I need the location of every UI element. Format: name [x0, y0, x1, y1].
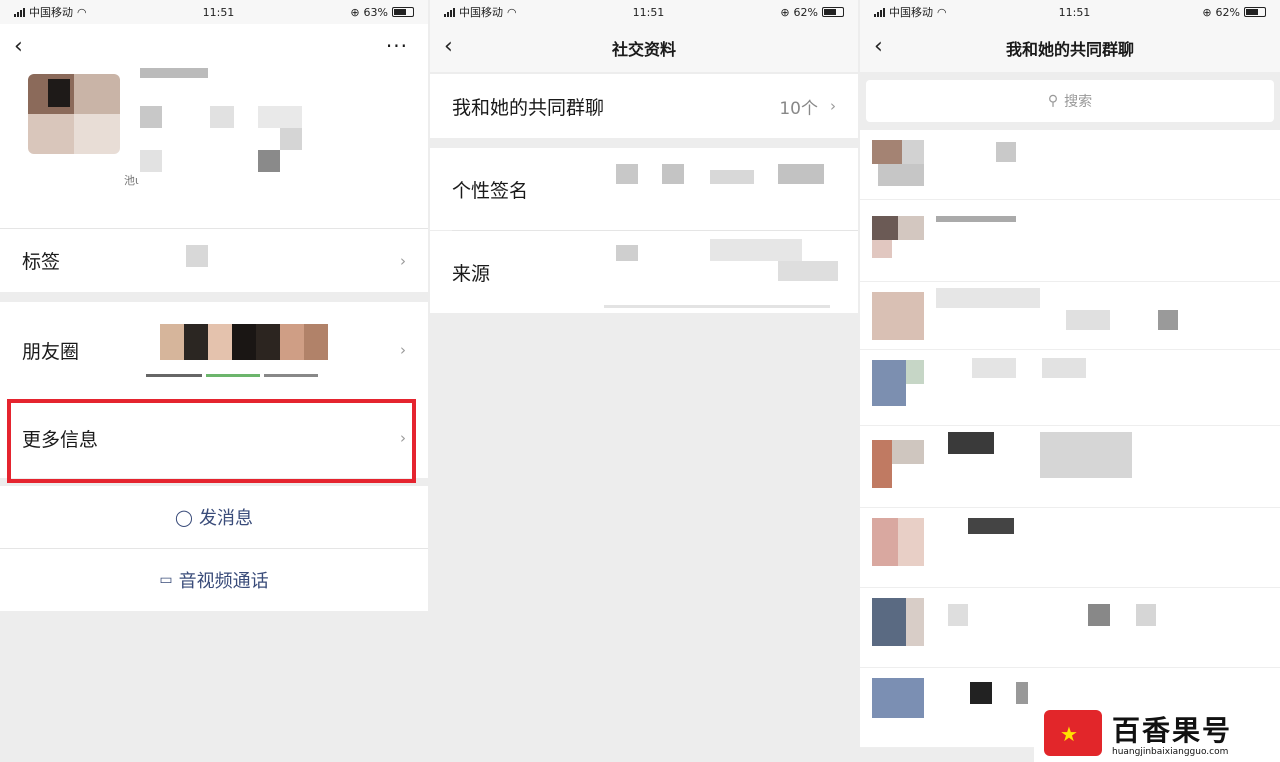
battery-icon — [391, 7, 414, 17]
status-time: 11:51 — [202, 5, 235, 19]
send-message-label: 发消息 — [198, 508, 253, 529]
source-label: 来源 — [452, 262, 491, 285]
battery-percent: 63% — [363, 5, 388, 19]
back-icon[interactable]: ‹ — [444, 34, 453, 59]
group-avatar — [872, 518, 924, 566]
status-time: 11:51 — [632, 5, 665, 19]
signal-icon — [444, 7, 455, 17]
signal-icon — [14, 7, 25, 17]
list-item[interactable] — [860, 200, 1280, 282]
chevron-right-icon: › — [400, 341, 406, 359]
wifi-icon: ◠ — [937, 5, 947, 19]
moments-thumbnails — [160, 324, 328, 360]
group-avatar — [872, 360, 924, 408]
group-avatar — [872, 210, 924, 258]
remark-text: 池ι — [124, 174, 139, 187]
group-avatar — [872, 436, 924, 488]
group-avatar — [872, 292, 924, 340]
source-row: 来源 — [430, 231, 858, 313]
carrier-text: 中国移动 — [29, 6, 73, 19]
list-item[interactable] — [860, 508, 1280, 588]
avatar[interactable] — [28, 74, 120, 154]
moments-row[interactable]: 朋友圈 › — [0, 302, 428, 398]
contact-profile-panel: 中国移动 ◠ 11:51 ⊕ 63% ‹ ··· 池ι 标签 › 朋友圈 › 更… — [0, 0, 428, 762]
page-title: 我和她的共同群聊 — [1005, 40, 1134, 59]
status-bar: 中国移动 ◠ 11:51 ⊕ 63% — [0, 0, 428, 24]
list-item[interactable] — [860, 426, 1280, 508]
signature-row: 个性签名 — [430, 148, 858, 230]
chat-bubble-icon: ◯ — [175, 507, 193, 527]
battery-icon — [1243, 7, 1266, 17]
watermark-url: huangjinbaixiangguo.com — [1112, 747, 1229, 757]
common-groups-label: 我和她的共同群聊 — [452, 96, 605, 119]
watermark-logo: ★ 百香果号 huangjinbaixiangguo.com — [1034, 704, 1280, 762]
wifi-icon: ◠ — [77, 5, 87, 19]
carrier-text: 中国移动 — [889, 6, 933, 19]
chevron-right-icon: › — [400, 251, 406, 270]
battery-icon — [821, 7, 844, 17]
chevron-right-icon: › — [830, 97, 836, 115]
logo-mark-icon: ★ — [1044, 710, 1102, 756]
list-item[interactable] — [860, 282, 1280, 350]
video-call-button[interactable]: ▭ 音视频通话 — [0, 549, 428, 611]
nickname-mosaic — [140, 68, 208, 78]
status-bar: 中国移动 ◠ 11:51 ⊕ 62% — [860, 0, 1280, 24]
profile-header: 池ι — [0, 68, 428, 228]
navbar: ‹ ··· — [0, 24, 428, 72]
watermark-brand: 百香果号 — [1112, 714, 1233, 747]
search-input[interactable]: ⚲ 搜索 — [866, 80, 1274, 122]
video-call-label: 音视频通话 — [178, 571, 269, 592]
group-avatar — [872, 140, 924, 188]
common-groups-row[interactable]: 我和她的共同群聊 10个 › — [430, 74, 858, 138]
page-title: 社交资料 — [611, 40, 676, 59]
list-item[interactable] — [860, 130, 1280, 200]
battery-percent: 62% — [1215, 5, 1240, 19]
list-item[interactable] — [860, 588, 1280, 668]
common-groups-count: 10个 — [779, 98, 818, 119]
moments-label: 朋友圈 — [22, 340, 80, 363]
common-groups-panel: 中国移动 ◠ 11:51 ⊕ 62% ‹ 我和她的共同群聊 ⚲ 搜索 ★ 百香果… — [860, 0, 1280, 762]
status-time: 11:51 — [1058, 5, 1091, 19]
lock-icon: ⊕ — [780, 5, 790, 19]
tags-row[interactable]: 标签 › — [0, 228, 428, 292]
tags-label: 标签 — [22, 251, 61, 273]
wifi-icon: ◠ — [507, 5, 517, 19]
group-avatar — [872, 598, 924, 646]
carrier-text: 中国移动 — [459, 6, 503, 19]
send-message-button[interactable]: ◯ 发消息 — [0, 486, 428, 548]
battery-percent: 62% — [793, 5, 818, 19]
group-avatar — [872, 678, 924, 726]
search-placeholder: 搜索 — [1064, 94, 1093, 110]
more-icon[interactable]: ··· — [386, 34, 408, 58]
signature-label: 个性签名 — [452, 179, 529, 202]
social-info-panel: 中国移动 ◠ 11:51 ⊕ 62% ‹ 社交资料 我和她的共同群聊 10个 ›… — [430, 0, 858, 762]
signal-icon — [874, 7, 885, 17]
search-icon: ⚲ — [1047, 93, 1059, 109]
list-item[interactable] — [860, 350, 1280, 426]
back-icon[interactable]: ‹ — [14, 34, 23, 59]
navbar: ‹ 社交资料 — [430, 24, 858, 72]
video-icon: ▭ — [159, 572, 173, 588]
highlight-box — [7, 399, 416, 483]
status-bar: 中国移动 ◠ 11:51 ⊕ 62% — [430, 0, 858, 24]
lock-icon: ⊕ — [350, 5, 360, 19]
back-icon[interactable]: ‹ — [874, 34, 883, 59]
navbar: ‹ 我和她的共同群聊 — [860, 24, 1280, 72]
lock-icon: ⊕ — [1202, 5, 1212, 19]
